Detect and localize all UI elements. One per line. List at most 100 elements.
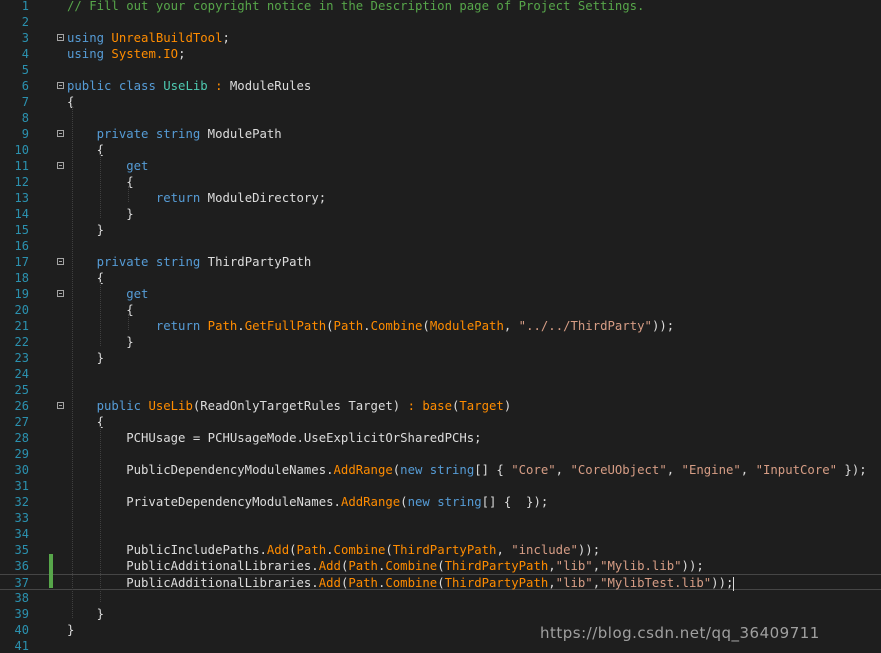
line-number: 35	[14, 543, 29, 557]
code-line[interactable]: 21 return Path.GetFullPath(Path.Combine(…	[0, 318, 881, 334]
code-token: "MylibTest.lib"	[600, 576, 712, 590]
code-token: Combine	[385, 559, 438, 573]
line-number: 6	[21, 79, 29, 93]
code-line[interactable]: 39 }	[0, 606, 881, 622]
collapse-region-icon[interactable]	[57, 290, 64, 297]
code-token: Combine	[370, 319, 423, 333]
code-line[interactable]: 1 // Fill out your copyright notice in th…	[0, 0, 881, 14]
code-line[interactable]: 3 using UnrealBuildTool;	[0, 30, 881, 46]
code-token: Path	[207, 319, 238, 333]
code-line[interactable]: 9 private string ModulePath	[0, 126, 881, 142]
line-number: 34	[14, 527, 29, 541]
code-line[interactable]: 5	[0, 62, 881, 78]
code-line[interactable]: 36 PublicAdditionalLibraries.Add(Path.Co…	[0, 558, 881, 574]
code-line[interactable]: 33	[0, 510, 881, 526]
code-line[interactable]: 23 }	[0, 350, 881, 366]
code-token: GetFullPath	[244, 319, 327, 333]
code-token: (	[289, 543, 297, 557]
code-token: {	[67, 95, 75, 109]
code-line[interactable]: 14 }	[0, 206, 881, 222]
code-text: public class UseLib : ModuleRules	[67, 78, 311, 94]
code-token: UnrealBuildTool	[111, 31, 223, 45]
code-line[interactable]: 29	[0, 446, 881, 462]
collapse-region-icon[interactable]	[57, 34, 64, 41]
line-number: 20	[14, 303, 29, 317]
code-text: PublicAdditionalLibraries.Add(Path.Combi…	[67, 558, 704, 574]
code-token: "Core"	[511, 463, 556, 477]
code-token: public	[67, 399, 149, 413]
code-line[interactable]: 11 get	[0, 158, 881, 174]
collapse-region-icon[interactable]	[57, 82, 64, 89]
code-line[interactable]: 34	[0, 526, 881, 542]
line-number: 30	[14, 463, 29, 477]
line-number: 32	[14, 495, 29, 509]
code-token: :	[407, 399, 423, 413]
code-line[interactable]: 15 }	[0, 222, 881, 238]
code-token: :	[207, 79, 230, 93]
indent-guide	[128, 186, 129, 202]
indent-guide	[100, 282, 101, 346]
code-line[interactable]: 27 {	[0, 414, 881, 430]
code-line[interactable]: 8	[0, 110, 881, 126]
code-token: ,	[496, 543, 512, 557]
code-line[interactable]: 4 using System.IO;	[0, 46, 881, 62]
code-line[interactable]: 37 PublicAdditionalLibraries.Add(Path.Co…	[0, 574, 881, 591]
code-line[interactable]: 28 PCHUsage = PCHUsageMode.UseExplicitOr…	[0, 430, 881, 446]
code-token: [] {	[474, 463, 512, 477]
collapse-region-icon[interactable]	[57, 402, 64, 409]
code-line[interactable]: 31	[0, 478, 881, 494]
code-token: new	[407, 495, 438, 509]
code-line[interactable]: 22 }	[0, 334, 881, 350]
code-token: ThirdPartyPath	[444, 559, 549, 573]
collapse-region-icon[interactable]	[57, 130, 64, 137]
code-line[interactable]: 38	[0, 590, 881, 606]
code-token: "CoreUObject"	[570, 463, 667, 477]
code-token: [] { });	[481, 495, 549, 509]
collapse-region-icon[interactable]	[57, 258, 64, 265]
code-line[interactable]: 30 PublicDependencyModuleNames.AddRange(…	[0, 462, 881, 478]
code-text: return ModuleDirectory;	[67, 190, 326, 206]
code-line[interactable]: 16	[0, 238, 881, 254]
line-number: 21	[14, 319, 29, 333]
code-line[interactable]: 19 get	[0, 286, 881, 302]
code-token: Combine	[333, 543, 386, 557]
code-line[interactable]: 35 PublicIncludePaths.Add(Path.Combine(T…	[0, 542, 881, 558]
code-text: }	[67, 622, 74, 638]
code-line[interactable]: 13 return ModuleDirectory;	[0, 190, 881, 206]
code-line[interactable]: 6 public class UseLib : ModuleRules	[0, 78, 881, 94]
code-token: new	[400, 463, 430, 477]
code-line[interactable]: 24	[0, 366, 881, 382]
line-number: 7	[21, 95, 29, 109]
code-token: ));	[651, 319, 675, 333]
code-token: (	[437, 559, 445, 573]
code-line[interactable]: 32 PrivateDependencyModuleNames.AddRange…	[0, 494, 881, 510]
code-text: public UseLib(ReadOnlyTargetRules Target…	[67, 398, 512, 414]
code-line[interactable]: 2	[0, 14, 881, 30]
code-token: Path	[348, 559, 378, 573]
line-number: 23	[14, 351, 29, 365]
code-token: System.IO	[111, 47, 179, 61]
code-token: UseLib	[163, 79, 208, 93]
code-line[interactable]: 12 {	[0, 174, 881, 190]
code-token: Path	[296, 543, 327, 557]
code-text: PublicDependencyModuleNames.AddRange(new…	[67, 462, 866, 478]
collapse-region-icon[interactable]	[57, 162, 64, 169]
line-number: 10	[14, 143, 29, 157]
code-line[interactable]: 26 public UseLib(ReadOnlyTargetRules Tar…	[0, 398, 881, 414]
code-line[interactable]: 20 {	[0, 302, 881, 318]
code-token: public	[67, 79, 119, 93]
code-line[interactable]: 17 private string ThirdPartyPath	[0, 254, 881, 270]
code-token: ,	[592, 576, 601, 590]
code-line[interactable]: 18 {	[0, 270, 881, 286]
code-token: Add	[266, 543, 290, 557]
code-token: private	[67, 127, 156, 141]
line-number: 2	[21, 15, 29, 29]
code-line[interactable]: 25	[0, 382, 881, 398]
code-line[interactable]: 10 {	[0, 142, 881, 158]
line-number: 4	[21, 47, 29, 61]
code-editor[interactable]: 1 // Fill out your copyright notice in th…	[0, 0, 881, 653]
line-number: 19	[14, 287, 29, 301]
code-token: (	[400, 495, 408, 509]
code-token: (	[326, 319, 334, 333]
code-line[interactable]: 7{	[0, 94, 881, 110]
